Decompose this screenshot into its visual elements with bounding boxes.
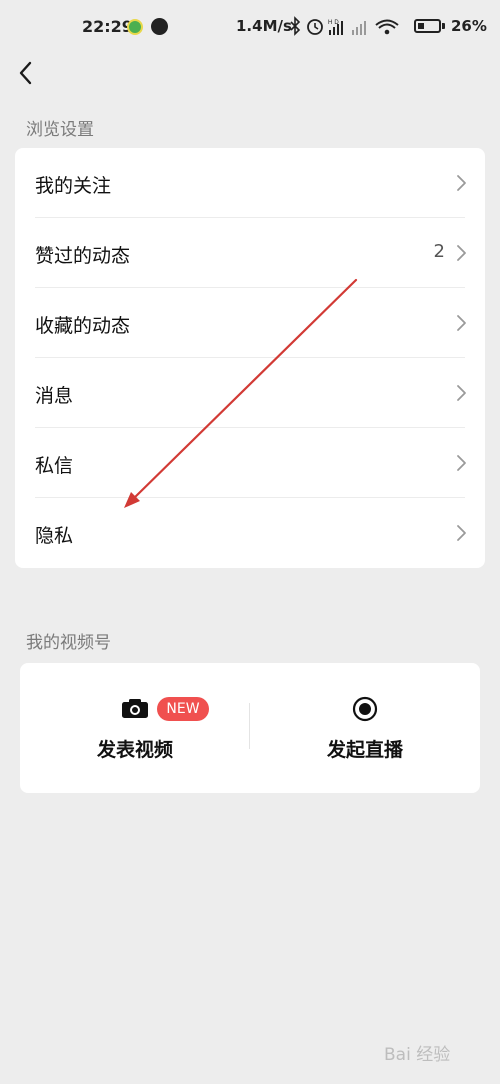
chevron-right-icon xyxy=(457,385,466,401)
chevron-right-icon xyxy=(457,175,466,191)
chevron-right-icon xyxy=(457,315,466,331)
post-video-label: 发表视频 xyxy=(96,739,173,761)
chevron-right-icon xyxy=(457,245,466,261)
post-video-button[interactable]: NEW 发表视频 xyxy=(20,663,250,793)
browse-settings-card: 我的关注 赞过的动态 2 收藏的动态 消息 私信 隐私 xyxy=(15,148,485,568)
row-label: 收藏的动态 xyxy=(35,315,131,337)
chevron-left-icon xyxy=(19,61,32,85)
notification-icon xyxy=(127,19,143,35)
settings-row-liked-moments[interactable]: 赞过的动态 2 xyxy=(15,218,485,288)
settings-row-favorited-moments[interactable]: 收藏的动态 xyxy=(15,288,485,358)
network-speed: 1.4M/s xyxy=(236,17,292,35)
record-icon xyxy=(352,696,378,722)
channels-card: NEW 发表视频 发起直播 xyxy=(20,663,480,793)
go-live-label: 发起直播 xyxy=(326,739,403,761)
browse-settings-title: 浏览设置 xyxy=(26,120,94,140)
row-label: 私信 xyxy=(35,455,74,477)
status-bar: 22:29 1.4M/s HD 26% xyxy=(0,0,500,56)
settings-row-following[interactable]: 我的关注 xyxy=(15,148,485,218)
new-badge: NEW xyxy=(157,697,209,721)
app-notification-icon xyxy=(151,18,168,35)
status-time: 22:29 xyxy=(82,17,133,36)
row-label: 赞过的动态 xyxy=(35,245,131,267)
row-count: 2 xyxy=(433,241,445,262)
go-live-button[interactable]: 发起直播 xyxy=(250,663,480,793)
row-label: 隐私 xyxy=(35,525,74,547)
baidu-watermark: Bai 经验 xyxy=(384,1045,451,1065)
battery-icon xyxy=(414,19,441,33)
back-button[interactable] xyxy=(12,56,46,90)
settings-row-privacy[interactable]: 隐私 xyxy=(15,498,485,568)
settings-row-private-messages[interactable]: 私信 xyxy=(15,428,485,498)
system-status-icons: HD xyxy=(290,16,399,36)
battery-cap xyxy=(442,23,445,29)
channels-title: 我的视频号 xyxy=(26,633,111,653)
camera-icon xyxy=(122,699,148,718)
row-label: 我的关注 xyxy=(35,175,112,197)
settings-row-messages[interactable]: 消息 xyxy=(15,358,485,428)
chevron-right-icon xyxy=(457,525,466,541)
battery-percent: 26% xyxy=(451,17,487,35)
status-icons: HD xyxy=(288,16,406,42)
chevron-right-icon xyxy=(457,455,466,471)
row-label: 消息 xyxy=(35,385,74,407)
